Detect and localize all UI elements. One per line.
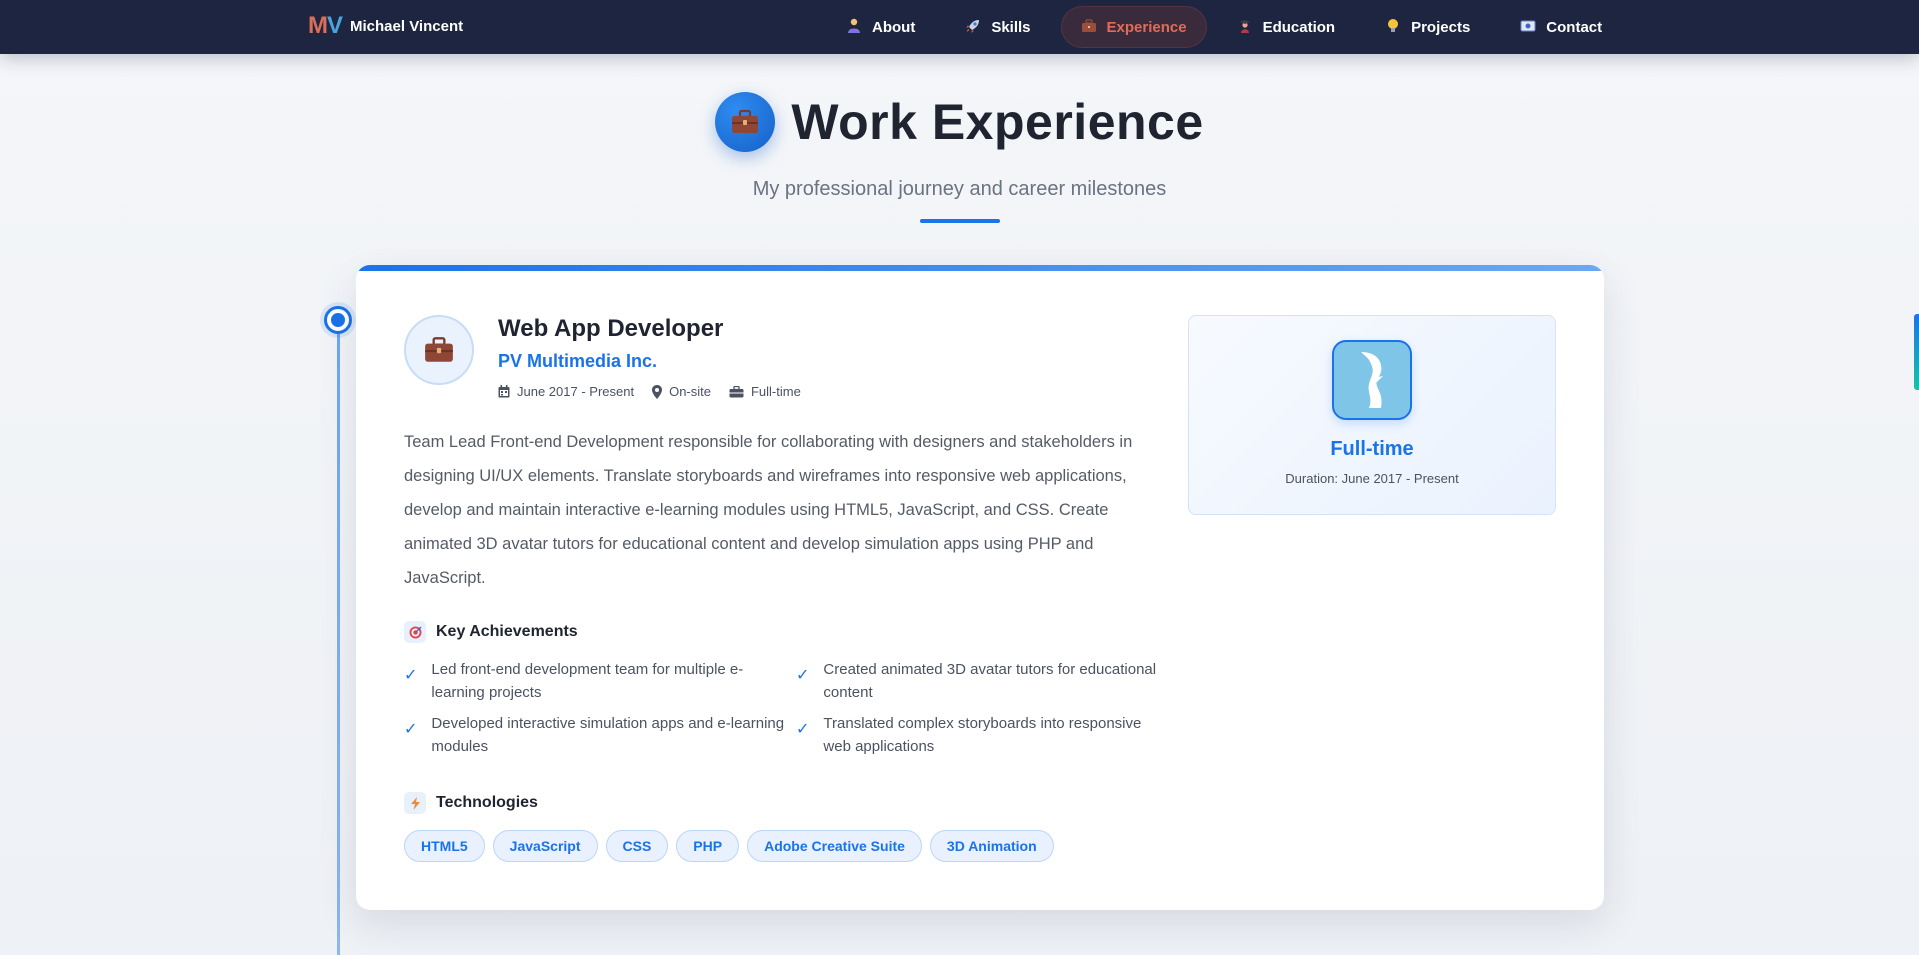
scroll-progress-indicator bbox=[1914, 314, 1919, 390]
tech-tag: Adobe Creative Suite bbox=[747, 830, 922, 862]
nav-item-projects[interactable]: Projects bbox=[1365, 6, 1490, 48]
job-type-text: Full-time bbox=[750, 384, 801, 399]
nav-item-label: About bbox=[872, 18, 916, 36]
company-name[interactable]: PV Multimedia Inc. bbox=[498, 351, 657, 372]
nav-item-education[interactable]: Education bbox=[1217, 6, 1356, 48]
job-title: Web App Developer bbox=[498, 315, 724, 342]
tech-tag: JavaScript bbox=[492, 830, 598, 862]
job-description: Team Lead Front-end Development responsi… bbox=[404, 433, 1133, 587]
timeline-line bbox=[337, 318, 340, 955]
employment-type: Full-time bbox=[1330, 438, 1414, 460]
briefcase-icon bbox=[715, 92, 776, 152]
check-icon: ✓ bbox=[404, 721, 418, 738]
job-meta: June 2017 - Present On-site Full-time bbox=[498, 384, 801, 399]
briefcase-icon bbox=[404, 315, 474, 385]
page-subtitle: My professional journey and career miles… bbox=[752, 178, 1167, 200]
list-item: ✓ Developed interactive simulation apps a… bbox=[404, 712, 796, 758]
job-location-text: On-site bbox=[669, 384, 711, 399]
nav-item-contact[interactable]: Contact bbox=[1500, 6, 1622, 48]
technologies-heading: Technologies bbox=[404, 792, 538, 814]
briefcase-icon bbox=[729, 385, 744, 398]
brand-name: Michael Vincent bbox=[350, 17, 464, 35]
nav-item-label: Experience bbox=[1106, 18, 1187, 36]
job-type: Full-time bbox=[729, 384, 801, 399]
brand-logo-v: V bbox=[327, 12, 343, 39]
rocket-icon bbox=[965, 18, 981, 37]
navbar: MV Michael Vincent About Skills Experien… bbox=[0, 0, 1919, 54]
nav-item-label: Education bbox=[1262, 18, 1336, 36]
title-row: Work Experience bbox=[715, 92, 1203, 152]
list-item: ✓ Created animated 3D avatar tutors for e… bbox=[796, 658, 1164, 704]
tech-tag: CSS bbox=[605, 830, 669, 862]
title-underline bbox=[919, 219, 1000, 223]
technologies-heading-text: Technologies bbox=[436, 794, 538, 811]
tech-tag: PHP bbox=[676, 830, 740, 862]
nav-item-label: Contact bbox=[1546, 18, 1603, 36]
target-icon bbox=[404, 621, 426, 643]
brand[interactable]: MV Michael Vincent bbox=[308, 14, 463, 38]
tech-tag: HTML5 bbox=[404, 830, 485, 862]
calendar-icon bbox=[498, 385, 510, 398]
nav-item-experience[interactable]: Experience bbox=[1060, 6, 1207, 48]
experience-card: Web App Developer PV Multimedia Inc. Jun… bbox=[356, 265, 1604, 910]
timeline-dot bbox=[324, 306, 352, 334]
card-accent-bar bbox=[356, 265, 1604, 271]
nav-item-skills[interactable]: Skills bbox=[945, 6, 1050, 48]
list-item: ✓ Translated complex storyboards into res… bbox=[796, 712, 1164, 758]
job-period: June 2017 - Present bbox=[498, 384, 634, 399]
briefcase-icon bbox=[1081, 18, 1097, 36]
lightning-icon bbox=[404, 792, 426, 814]
brand-logo-m: M bbox=[308, 12, 328, 39]
map-pin-icon bbox=[652, 384, 663, 399]
check-icon: ✓ bbox=[796, 667, 810, 684]
achievement-text: Led front-end development team for multi… bbox=[431, 661, 744, 701]
nav-item-label: Skills bbox=[991, 18, 1031, 36]
person-icon bbox=[846, 18, 862, 37]
check-icon: ✓ bbox=[796, 721, 810, 738]
graduation-cap-icon bbox=[1237, 18, 1253, 37]
nav-menu: About Skills Experience Education Projec… bbox=[826, 6, 1622, 48]
employment-duration: Duration: June 2017 - Present bbox=[1285, 471, 1459, 486]
id-card-icon bbox=[1520, 19, 1536, 35]
brand-logo: MV bbox=[308, 12, 343, 39]
section-header: Work Experience My professional journey … bbox=[0, 92, 1919, 223]
job-location: On-site bbox=[652, 384, 711, 399]
check-icon: ✓ bbox=[404, 667, 418, 684]
job-period-text: June 2017 - Present bbox=[517, 384, 635, 399]
page-title: Work Experience bbox=[791, 94, 1204, 150]
employment-summary-panel: Full-time Duration: June 2017 - Present bbox=[1188, 315, 1556, 515]
achievements-heading-text: Key Achievements bbox=[436, 623, 578, 640]
achievements-heading: Key Achievements bbox=[404, 621, 578, 643]
achievements-list: ✓ Led front-end development team for mult… bbox=[404, 658, 1164, 758]
achievement-text: Created animated 3D avatar tutors for ed… bbox=[823, 661, 1157, 701]
timeline-dot-inner bbox=[331, 313, 345, 327]
technology-tags: HTML5 JavaScript CSS PHP Adobe Creative … bbox=[404, 830, 1054, 862]
nav-item-label: Projects bbox=[1411, 18, 1471, 36]
company-logo bbox=[1332, 340, 1412, 420]
nav-item-about[interactable]: About bbox=[826, 6, 935, 48]
lightbulb-icon bbox=[1385, 18, 1401, 37]
list-item: ✓ Led front-end development team for mult… bbox=[404, 658, 796, 704]
achievement-text: Translated complex storyboards into resp… bbox=[823, 715, 1142, 755]
achievement-text: Developed interactive simulation apps an… bbox=[431, 715, 785, 755]
tech-tag: 3D Animation bbox=[929, 830, 1054, 862]
